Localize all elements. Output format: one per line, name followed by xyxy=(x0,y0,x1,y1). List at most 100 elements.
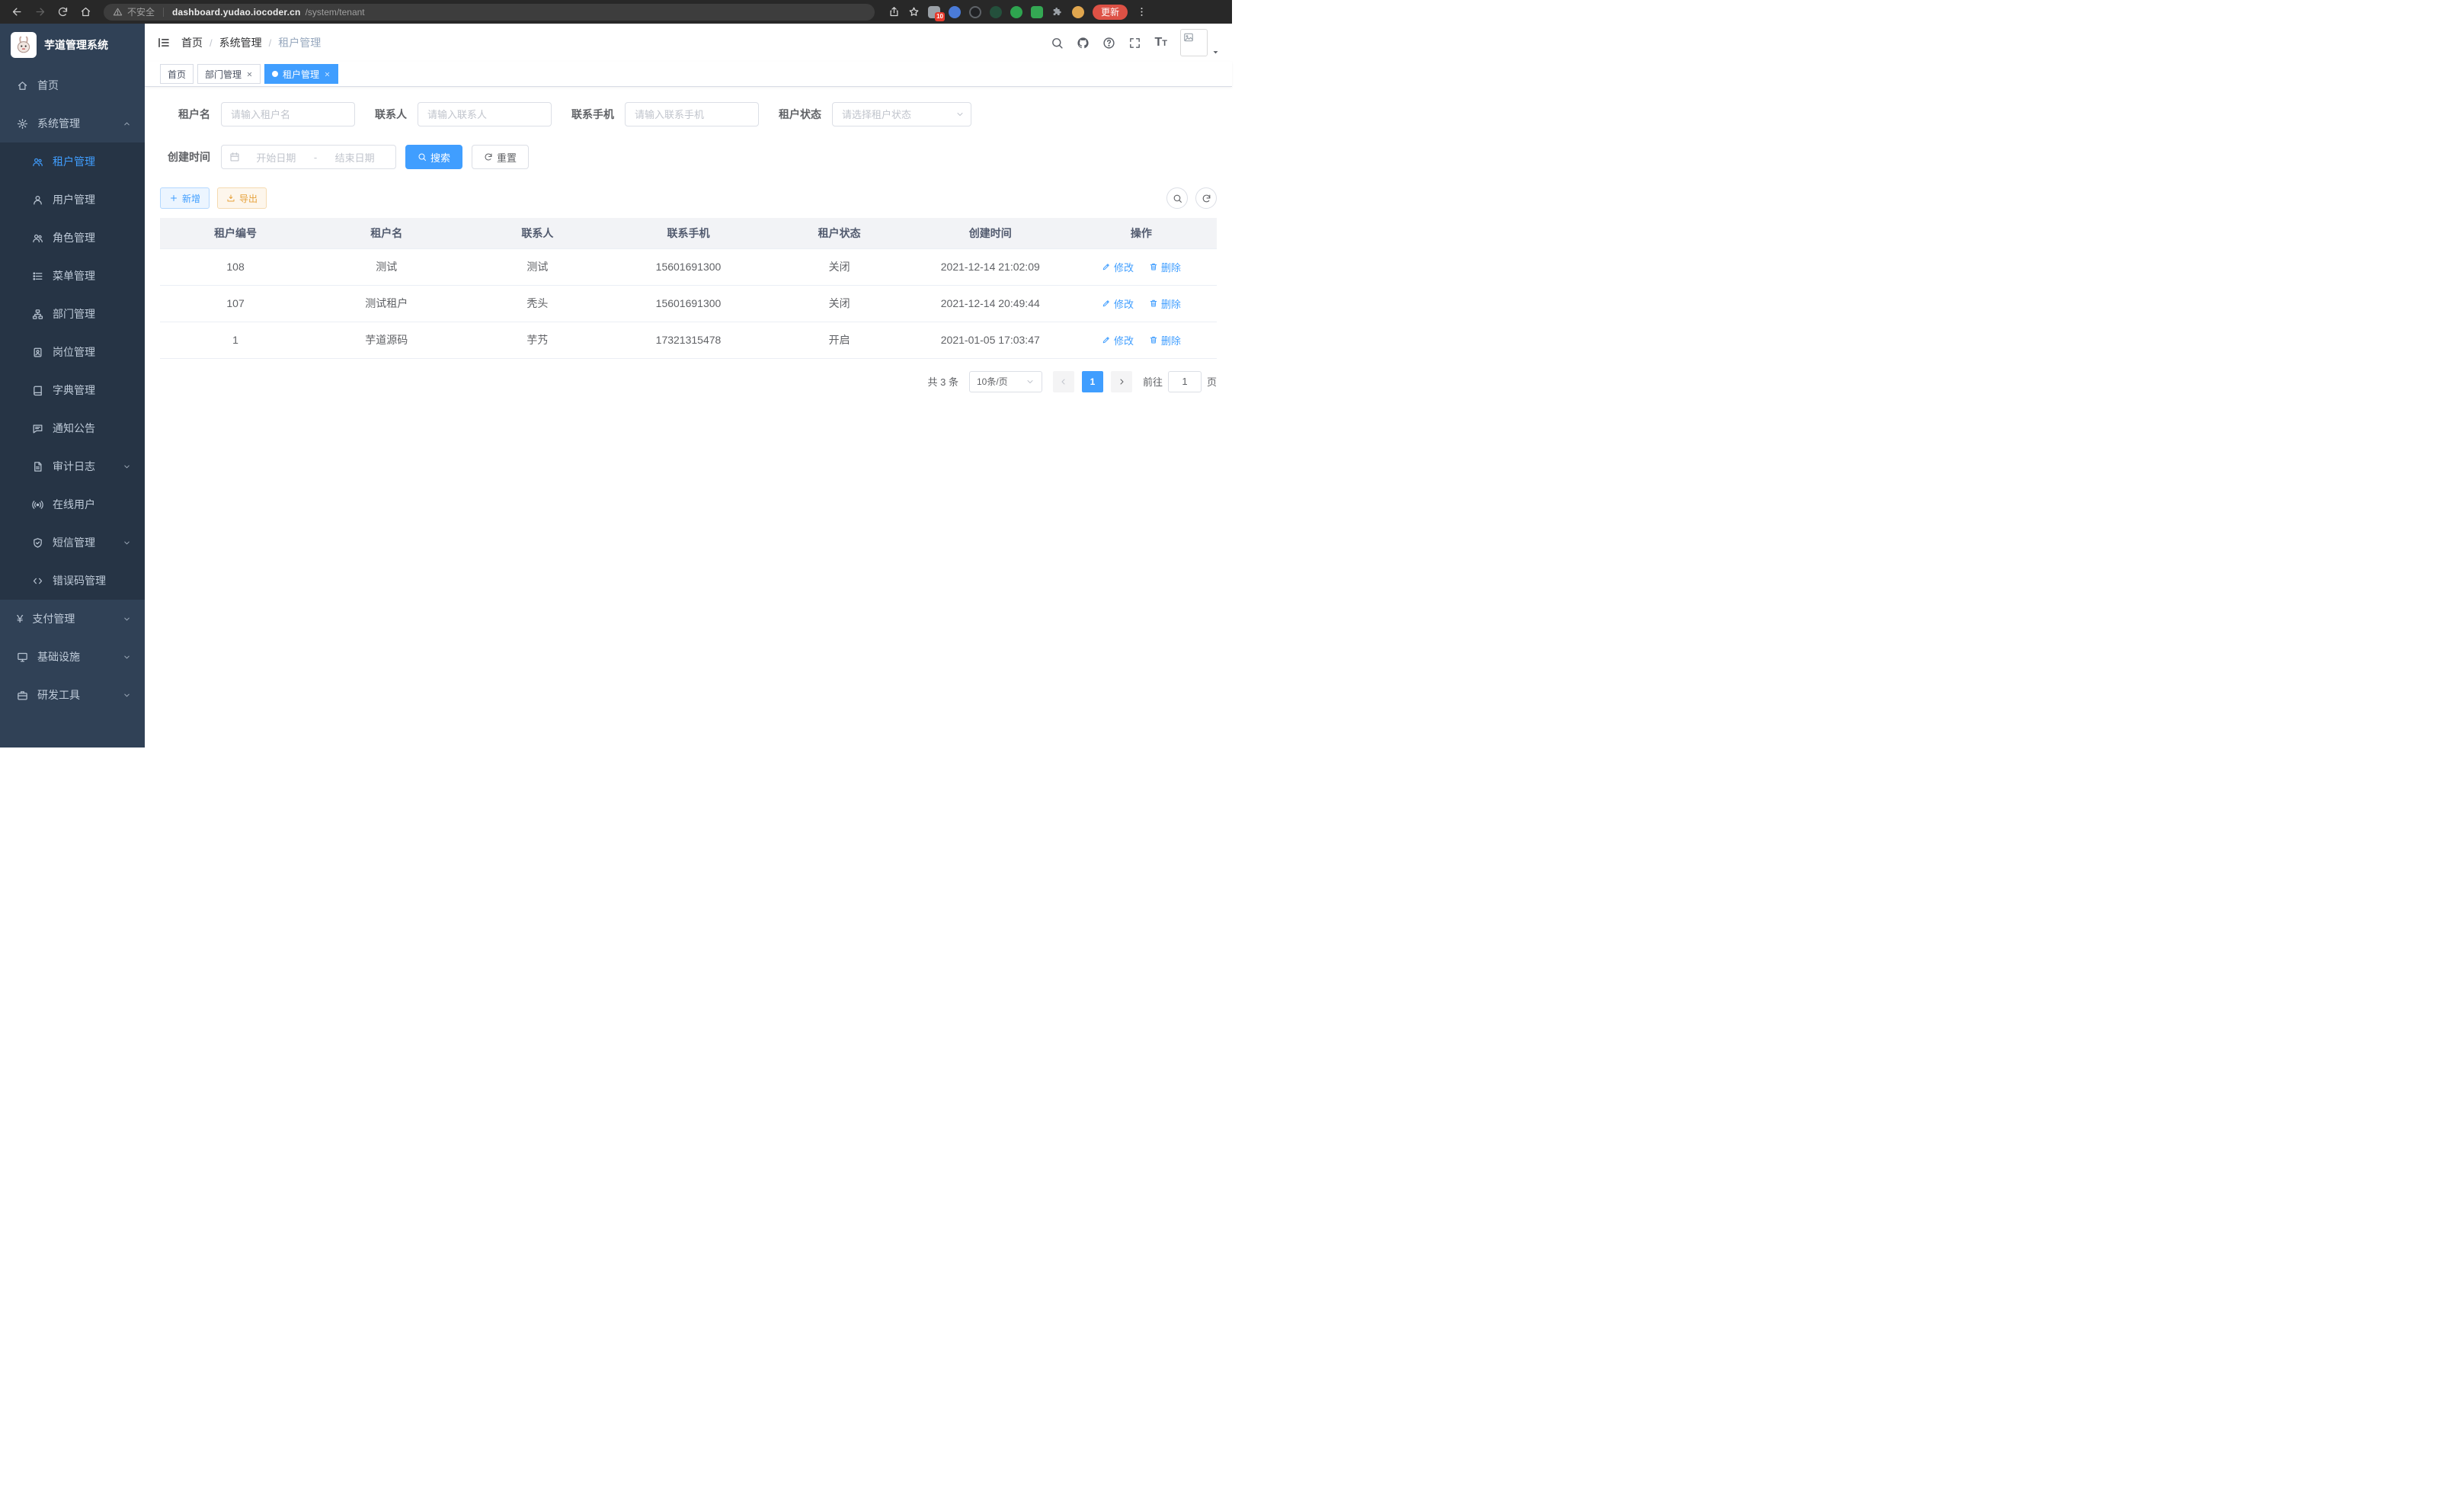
breadcrumb-item[interactable]: 系统管理 xyxy=(219,35,262,50)
sidebar-item-post[interactable]: 岗位管理 xyxy=(0,333,145,371)
page-size-select[interactable]: 10条/页 xyxy=(969,371,1042,392)
sidebar-item-user[interactable]: 用户管理 xyxy=(0,181,145,219)
not-secure-icon xyxy=(113,7,123,17)
extension-icon[interactable] xyxy=(1072,6,1084,18)
reset-button-label: 重置 xyxy=(497,150,517,165)
divider xyxy=(163,8,164,17)
next-page-button[interactable] xyxy=(1111,371,1132,392)
font-size-icon[interactable]: TT xyxy=(1154,36,1167,50)
contact-input[interactable] xyxy=(418,102,552,126)
sidebar-item-online-user[interactable]: 在线用户 xyxy=(0,485,145,523)
sidebar-item-menu[interactable]: 菜单管理 xyxy=(0,257,145,295)
sidebar-item-audit-log[interactable]: 审计日志 xyxy=(0,447,145,485)
page-number-button[interactable]: 1 xyxy=(1082,371,1103,392)
cell-status: 关闭 xyxy=(764,285,915,322)
table-row: 107 测试租户 秃头 15601691300 关闭 2021-12-14 20… xyxy=(160,285,1217,322)
security-label: 不安全 xyxy=(127,5,155,18)
tab-home[interactable]: 首页 xyxy=(160,64,194,84)
home-icon[interactable] xyxy=(76,3,94,21)
edit-button[interactable]: 修改 xyxy=(1102,260,1134,274)
trash-icon xyxy=(1149,335,1158,344)
edit-button[interactable]: 修改 xyxy=(1102,333,1134,347)
extension-icon[interactable] xyxy=(1010,6,1022,18)
forward-icon[interactable] xyxy=(30,3,49,21)
cell-created-time: 2021-12-14 21:02:09 xyxy=(915,248,1066,285)
tab-dept[interactable]: 部门管理 xyxy=(197,64,261,84)
address-bar[interactable]: 不安全 dashboard.yudao.iocoder.cn/system/te… xyxy=(104,4,875,21)
filter-form-row-1: 租户名 联系人 联系手机 租户状态 xyxy=(160,102,1217,126)
extension-icon[interactable]: 10 xyxy=(928,6,940,18)
breadcrumb-item[interactable]: 首页 xyxy=(181,35,203,50)
status-select[interactable] xyxy=(832,102,971,126)
extension-icon[interactable] xyxy=(969,6,981,18)
sidebar-item-infra[interactable]: 基础设施 xyxy=(0,638,145,676)
share-icon[interactable] xyxy=(888,6,900,18)
extensions-puzzle-icon[interactable] xyxy=(1051,6,1064,18)
github-icon[interactable] xyxy=(1077,37,1090,50)
browser-menu-icon[interactable] xyxy=(1136,6,1147,18)
sidebar-item-devtools[interactable]: 研发工具 xyxy=(0,676,145,714)
back-icon[interactable] xyxy=(8,3,26,21)
fullscreen-icon[interactable] xyxy=(1128,37,1141,50)
cell-contact: 秃头 xyxy=(462,285,613,322)
search-button[interactable]: 搜索 xyxy=(405,145,462,169)
delete-button[interactable]: 删除 xyxy=(1149,296,1181,311)
date-range-picker[interactable]: 开始日期 - 结束日期 xyxy=(221,145,396,169)
table-header-row: 租户编号 租户名 联系人 联系手机 租户状态 创建时间 操作 xyxy=(160,218,1217,248)
delete-button[interactable]: 删除 xyxy=(1149,260,1181,274)
export-button-label: 导出 xyxy=(239,192,258,205)
export-button[interactable]: 导出 xyxy=(217,187,267,209)
refresh-button[interactable] xyxy=(1195,187,1217,209)
goto-page-input[interactable] xyxy=(1168,371,1202,392)
app-logo[interactable]: 芋道管理系统 xyxy=(0,24,145,66)
plus-icon xyxy=(169,194,178,203)
sidebar-item-notice[interactable]: 通知公告 xyxy=(0,409,145,447)
cell-created-time: 2021-01-05 17:03:47 xyxy=(915,322,1066,358)
breadcrumb-separator: / xyxy=(269,37,272,49)
sidebar-item-home[interactable]: 首页 xyxy=(0,66,145,104)
reload-icon[interactable] xyxy=(53,3,72,21)
tab-tenant[interactable]: 租户管理 xyxy=(264,64,338,84)
update-button[interactable]: 更新 xyxy=(1093,5,1128,20)
sidebar-item-sms[interactable]: 短信管理 xyxy=(0,523,145,562)
extension-icon[interactable] xyxy=(949,6,961,18)
extension-icon[interactable] xyxy=(1031,6,1043,18)
yen-icon: ¥ xyxy=(17,613,23,625)
sidebar-toggle-icon[interactable] xyxy=(157,36,171,50)
chevron-down-icon xyxy=(1026,377,1035,386)
close-icon[interactable] xyxy=(324,71,331,78)
sidebar-item-tenant[interactable]: 租户管理 xyxy=(0,142,145,181)
active-tab-dot xyxy=(272,71,278,77)
sidebar-item-error-code[interactable]: 错误码管理 xyxy=(0,562,145,600)
help-icon[interactable] xyxy=(1102,37,1115,50)
close-icon[interactable] xyxy=(246,71,253,78)
add-button[interactable]: 新增 xyxy=(160,187,210,209)
status-select-input[interactable] xyxy=(832,102,971,126)
sidebar-item-system[interactable]: 系统管理 xyxy=(0,104,145,142)
calendar-icon xyxy=(229,152,240,162)
cell-status: 开启 xyxy=(764,322,915,358)
sidebar-item-role[interactable]: 角色管理 xyxy=(0,219,145,257)
sidebar-item-dept[interactable]: 部门管理 xyxy=(0,295,145,333)
sidebar-item-dict[interactable]: 字典管理 xyxy=(0,371,145,409)
tenant-name-input[interactable] xyxy=(221,102,355,126)
tenant-table: 租户编号 租户名 联系人 联系手机 租户状态 创建时间 操作 108 测试 测试… xyxy=(160,218,1217,359)
delete-button[interactable]: 删除 xyxy=(1149,333,1181,347)
toggle-search-button[interactable] xyxy=(1166,187,1188,209)
chevron-up-icon xyxy=(123,120,131,128)
prev-page-button[interactable] xyxy=(1053,371,1074,392)
chevron-down-icon xyxy=(955,110,965,119)
cell-actions: 修改 删除 xyxy=(1066,322,1217,358)
list-icon xyxy=(32,271,43,282)
sidebar-item-pay[interactable]: ¥ 支付管理 xyxy=(0,600,145,638)
badge-icon xyxy=(32,347,43,358)
user-menu[interactable] xyxy=(1180,29,1220,56)
phone-input[interactable] xyxy=(625,102,759,126)
extension-icon[interactable] xyxy=(990,6,1002,18)
breadcrumb-separator: / xyxy=(210,37,213,49)
page-content: 租户名 联系人 联系手机 租户状态 xyxy=(145,87,1232,748)
search-icon[interactable] xyxy=(1051,37,1064,50)
edit-button[interactable]: 修改 xyxy=(1102,296,1134,311)
reset-button[interactable]: 重置 xyxy=(472,145,529,169)
bookmark-star-icon[interactable] xyxy=(908,6,920,18)
